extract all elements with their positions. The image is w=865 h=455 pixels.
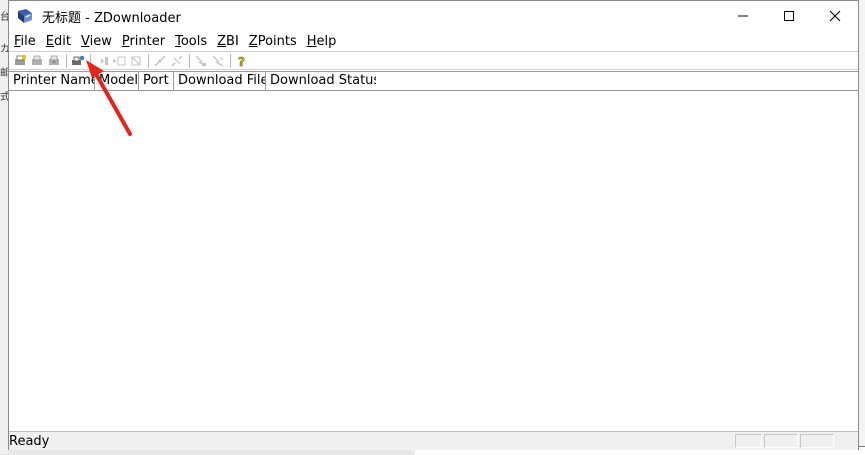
status-text: Ready — [9, 433, 50, 449]
window-title: 无标题 - ZDownloader — [42, 10, 181, 26]
toolbar: ? — [9, 51, 858, 70]
minimize-icon — [738, 15, 748, 17]
printer-list[interactable]: Printer Name Model Port Download File Do… — [9, 71, 858, 429]
status-pane — [800, 434, 834, 448]
zbi-run-icon[interactable] — [193, 53, 209, 69]
toolbar-separator — [189, 53, 190, 68]
menu-printer[interactable]: Printer — [117, 34, 170, 49]
status-bar: Ready — [9, 431, 858, 450]
column-header-model[interactable]: Model — [95, 72, 139, 90]
toolbar-separator — [230, 53, 231, 68]
disconnect-icon[interactable] — [169, 53, 185, 69]
cancel-download-icon[interactable] — [128, 53, 144, 69]
close-button[interactable] — [812, 1, 858, 31]
background-window-edge-right — [859, 0, 865, 454]
column-header-download-status[interactable]: Download Status — [266, 72, 376, 90]
window-controls — [720, 1, 858, 31]
maximize-button[interactable] — [766, 1, 812, 31]
close-icon — [829, 10, 841, 22]
status-pane — [735, 434, 762, 448]
status-pane — [764, 434, 798, 448]
add-printer-icon[interactable] — [70, 53, 86, 69]
menu-zbi[interactable]: ZBI — [212, 34, 244, 49]
minimize-button[interactable] — [720, 1, 766, 31]
help-icon[interactable]: ? — [234, 53, 250, 69]
column-header-port[interactable]: Port — [139, 72, 174, 90]
new-printer-icon[interactable] — [12, 53, 28, 69]
download-icon[interactable] — [94, 53, 110, 69]
menu-zpoints[interactable]: ZPoints — [244, 34, 302, 49]
zdownloader-app-icon — [15, 6, 35, 26]
toolbar-separator — [90, 53, 91, 68]
resize-grip[interactable] — [836, 434, 856, 448]
column-header-download-file[interactable]: Download File — [174, 72, 266, 90]
title-bar[interactable]: 无标题 - ZDownloader — [9, 1, 858, 31]
printer-refresh-icon[interactable] — [46, 53, 62, 69]
menu-view[interactable]: View — [76, 34, 117, 49]
menu-help[interactable]: Help — [302, 34, 342, 49]
menu-tools[interactable]: Tools — [170, 34, 212, 49]
zdownloader-window: 无标题 - ZDownloader File Edit View Printer… — [8, 0, 859, 450]
toolbar-separator — [148, 53, 149, 68]
printer-settings-icon[interactable] — [29, 53, 45, 69]
background-window-edge: 台 カ 邮 式 — [0, 0, 10, 454]
column-header-printer-name[interactable]: Printer Name — [9, 72, 95, 90]
table-header: Printer Name Model Port Download File Do… — [9, 72, 858, 91]
svg-text:?: ? — [238, 55, 245, 68]
menu-file[interactable]: File — [9, 34, 41, 49]
menu-edit[interactable]: Edit — [41, 34, 76, 49]
menu-bar: File Edit View Printer Tools ZBI ZPoints… — [9, 31, 858, 51]
download-all-icon[interactable] — [111, 53, 127, 69]
maximize-icon — [784, 11, 794, 21]
zbi-stop-icon[interactable] — [210, 53, 226, 69]
toolbar-separator — [66, 53, 67, 68]
connect-icon[interactable] — [152, 53, 168, 69]
